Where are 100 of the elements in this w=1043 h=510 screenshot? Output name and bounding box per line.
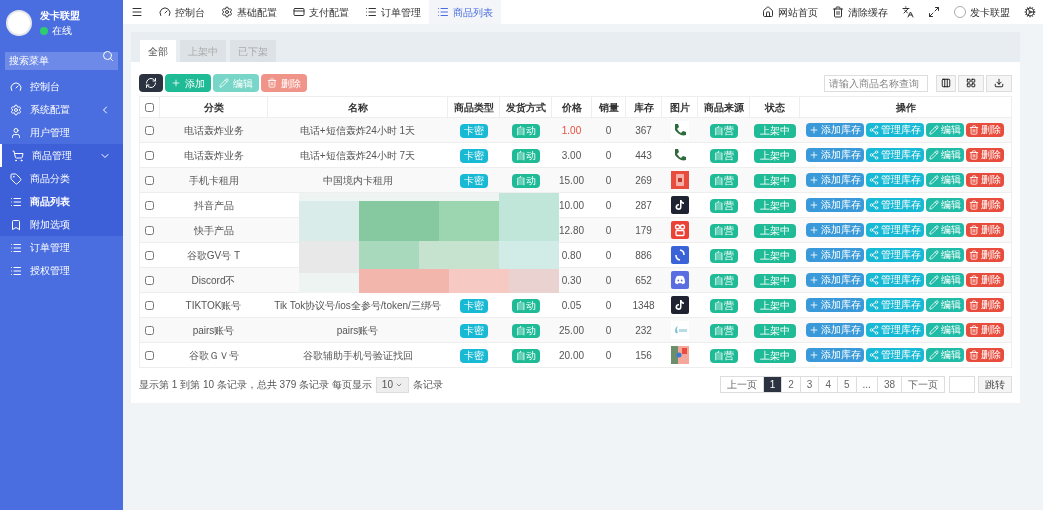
delivery-badge: 自动 [511,123,540,138]
add-button[interactable]: 添加库存 [806,123,865,137]
sidebar-item[interactable]: 附加选项 [0,213,123,236]
gauge-icon [159,6,171,18]
add-button[interactable]: 添加库存 [806,323,865,337]
row-checkbox[interactable] [145,326,155,336]
manage-button[interactable]: 管理库存 [866,123,925,137]
page-link[interactable]: ... [855,376,878,393]
menu-search-field[interactable]: 搜索菜单 [5,51,118,70]
sidebar-item[interactable]: 控制台 [0,75,123,98]
edit-button[interactable]: 编辑 [926,348,965,362]
manage-button[interactable]: 管理库存 [866,223,925,237]
edit-button[interactable]: 编辑 [926,273,965,287]
status-badge: 上架中 [753,123,796,138]
manage-button[interactable]: 管理库存 [866,198,925,212]
delete-button[interactable]: 删除 [966,173,1005,187]
columns-toggle-button[interactable] [936,74,956,92]
menu-icon[interactable] [131,6,143,18]
sidebar-item[interactable]: 用户管理 [0,121,123,144]
manage-button[interactable]: 管理库存 [866,298,925,312]
delete-button[interactable]: 删除 [966,223,1005,237]
nav-tab[interactable]: 商品列表 [429,0,501,24]
page-size-dropdown[interactable]: 10 [375,376,409,393]
manage-button[interactable]: 管理库存 [866,248,925,262]
add-button[interactable]: 添加 [165,74,211,92]
user-menu[interactable]: 发卡联盟 [947,4,1017,20]
header-link[interactable]: 清除缓存 [825,4,895,20]
filter-tab[interactable]: 全部 [140,40,176,62]
nav-tab[interactable]: 订单管理 [357,0,429,24]
page-link[interactable]: 上一页 [719,376,764,393]
sidebar-item[interactable]: 商品管理 [0,144,123,167]
edit-button[interactable]: 编辑 [926,198,965,212]
edit-button[interactable]: 编辑 [926,173,965,187]
add-button[interactable]: 添加库存 [806,173,865,187]
edit-button[interactable]: 编辑 [926,323,965,337]
refresh-button[interactable] [139,74,163,92]
row-checkbox[interactable] [145,301,155,311]
home-icon [762,6,774,18]
manage-button[interactable]: 管理库存 [866,148,925,162]
delete-button[interactable]: 删除 [966,323,1005,337]
edit-button[interactable]: 编辑 [926,298,965,312]
delete-button[interactable]: 删除 [966,148,1005,162]
sidebar-item[interactable]: 商品分类 [0,167,123,190]
row-checkbox[interactable] [145,251,155,261]
delete-button[interactable]: 删除 [966,298,1005,312]
edit-button[interactable]: 编辑 [926,148,965,162]
sidebar-item[interactable]: 系统配置 [0,98,123,121]
pencil-icon [929,350,940,360]
select-all-checkbox[interactable] [145,103,154,113]
page-jump-field[interactable] [949,376,975,393]
sidebar-label: 用户管理 [30,126,71,140]
delete-button[interactable]: 删除 [966,198,1005,212]
row-checkbox[interactable] [145,201,155,211]
search-icon [102,50,114,62]
row-checkbox[interactable] [145,151,155,161]
page-link[interactable]: 38 [876,376,902,393]
nav-tab[interactable]: 支付配置 [285,0,357,24]
add-button[interactable]: 添加库存 [806,273,865,287]
nav-tab[interactable]: 基础配置 [213,0,285,24]
add-button[interactable]: 添加库存 [806,298,865,312]
add-button[interactable]: 添加库存 [806,198,865,212]
sidebar-item[interactable]: 授权管理 [0,259,123,282]
pencil-icon [929,325,940,335]
status-badge: 上架中 [753,273,796,288]
manage-button[interactable]: 管理库存 [866,348,925,362]
row-checkbox[interactable] [145,176,155,186]
column-header: 发货方式 [499,96,552,118]
add-button[interactable]: 添加库存 [806,148,865,162]
trash-icon [969,275,980,285]
add-button[interactable]: 添加库存 [806,348,865,362]
column-header: 名称 [267,96,448,118]
delete-button[interactable]: 删除 [966,123,1005,137]
sidebar-item[interactable]: 订单管理 [0,236,123,259]
header-link[interactable]: 网站首页 [755,4,825,20]
add-button[interactable]: 添加库存 [806,223,865,237]
edit-button[interactable]: 编辑 [926,223,965,237]
jump-button[interactable]: 跳转 [978,376,1012,393]
page-link[interactable]: 下一页 [901,376,945,393]
nav-tab[interactable]: 控制台 [151,0,213,24]
delete-button[interactable]: 删除 [966,273,1005,287]
manage-button[interactable]: 管理库存 [866,273,925,287]
manage-button[interactable]: 管理库存 [866,173,925,187]
edit-button[interactable]: 编辑 [926,123,965,137]
trash-icon [969,300,980,310]
row-checkbox[interactable] [145,276,155,286]
export-menu-button[interactable] [986,74,1012,92]
row-checkbox[interactable] [145,226,155,236]
manage-button[interactable]: 管理库存 [866,323,925,337]
delete-button[interactable]: 删除 [966,248,1005,262]
table-cell: 269 [625,167,662,193]
column-header: 图片 [661,96,698,118]
page-link[interactable]: 2 [781,376,801,393]
page-link[interactable]: 4 [818,376,838,393]
add-button[interactable]: 添加库存 [806,248,865,262]
row-checkbox[interactable] [145,126,155,136]
grid-menu-button[interactable] [958,74,984,92]
edit-button[interactable]: 编辑 [926,248,965,262]
delete-button[interactable]: 删除 [966,348,1005,362]
product-search-field[interactable]: 请输入商品名称查询 [824,74,928,92]
row-checkbox[interactable] [145,351,155,361]
